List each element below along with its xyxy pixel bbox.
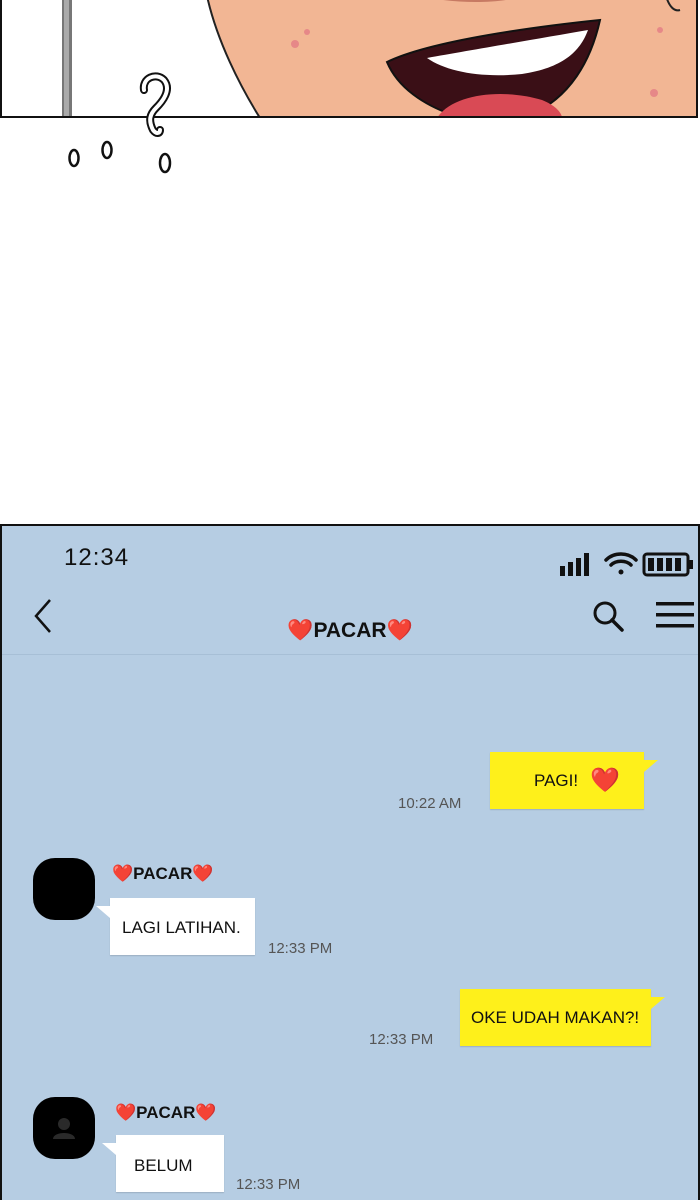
hamburger-menu-icon[interactable] [656,600,694,630]
message-text: OKE UDAH MAKAN?! [471,1008,640,1027]
message-time: 12:33 PM [268,940,333,957]
search-icon[interactable] [590,598,626,634]
sender-name: ❤️PACAR❤️ [115,1103,217,1122]
contact-avatar[interactable] [33,1097,95,1159]
heart-emoji: ❤️ [590,767,620,794]
heart-emoji: ❤️ [192,864,214,883]
their-message-bubble[interactable]: BELUM [102,1135,224,1192]
message-text: BELUM [134,1156,193,1175]
bubble-tail [644,760,658,772]
sender-name: ❤️PACAR❤️ [112,864,214,883]
my-message-bubble[interactable]: PAGI! ❤️ [490,752,658,809]
chat-screen: 12:34 ❤️PACAR❤️ 10:22 AM PAGI! ❤️ ❤️PACA… [0,524,700,1200]
wifi-icon [604,552,638,575]
heart-emoji: ❤️ [112,864,134,883]
message-time: 12:33 PM [236,1176,301,1193]
chat-title-text: PACAR [313,619,387,642]
user-silhouette-icon [53,1118,75,1139]
contact-avatar[interactable] [33,858,95,920]
question-mark-sfx [68,72,172,174]
heart-emoji: ❤️ [115,1103,137,1122]
heart-emoji: ❤️ [386,619,413,642]
bubble-tail [102,1143,116,1155]
signal-icon [560,553,589,576]
heart-emoji: ❤️ [195,1103,217,1122]
message-text: LAGI LATIHAN. [122,918,241,937]
their-message-bubble[interactable]: LAGI LATIHAN. [96,898,255,955]
status-time: 12:34 [64,544,130,571]
battery-icon [642,552,693,577]
comic-panel [0,0,700,200]
chat-header: ❤️PACAR❤️ [2,586,698,655]
bubble-tail [651,997,665,1009]
my-message-bubble[interactable]: OKE UDAH MAKAN?! [460,989,665,1046]
status-icons [560,552,693,577]
message-text: PAGI! [534,771,579,790]
heart-emoji: ❤️ [287,619,314,642]
message-time: 12:33 PM [369,1031,434,1048]
bubble-tail [96,906,110,918]
message-time: 10:22 AM [398,795,462,812]
